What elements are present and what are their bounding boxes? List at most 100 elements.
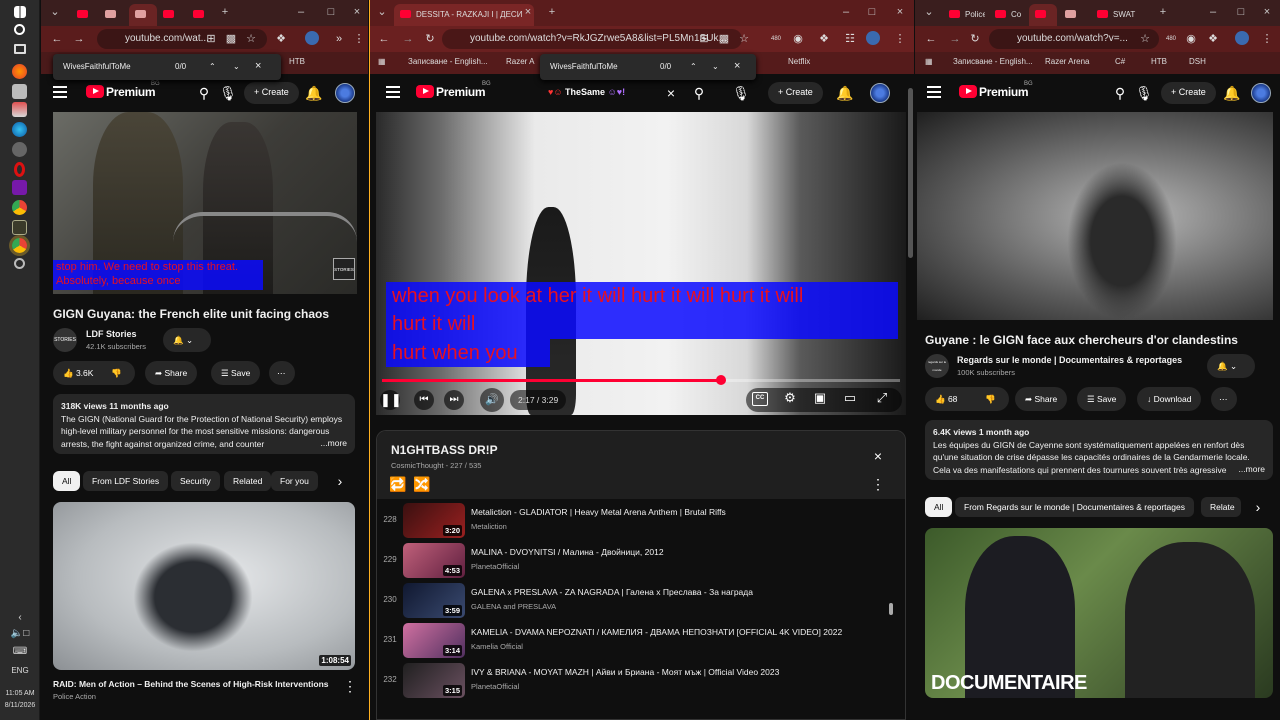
close-icon[interactable]: ×: [1259, 4, 1275, 20]
clock-time[interactable]: 11:05 AM: [0, 690, 40, 697]
video-player[interactable]: [917, 112, 1273, 320]
new-tab-icon[interactable]: +: [544, 4, 560, 20]
maximize-icon[interactable]: □: [864, 4, 880, 20]
menu-hamburger-icon[interactable]: [53, 86, 67, 98]
bookmark-netflix[interactable]: Netflix: [788, 57, 810, 66]
fullscreen-icon[interactable]: ⤢: [872, 390, 892, 406]
volume-button[interactable]: 🔊: [480, 388, 504, 412]
progress-track[interactable]: [382, 375, 900, 385]
recommended-channel[interactable]: Police Action: [53, 692, 96, 701]
playlist-item-thumbnail[interactable]: 3:20: [403, 503, 465, 538]
tab-close-icon[interactable]: ×: [520, 4, 536, 20]
forward-icon[interactable]: →: [71, 31, 87, 47]
find-input[interactable]: WivesFaithfulToMe: [63, 62, 131, 71]
tab-search-chevron-icon[interactable]: ⌄: [374, 4, 390, 20]
address-bar[interactable]: youtube.com/watch?v=...: [989, 29, 1159, 49]
tab-5[interactable]: [187, 4, 215, 26]
search-icon[interactable]: ⚲: [195, 84, 213, 102]
playlist-item[interactable]: 232 3:15 IVY & BRIANA - MOYAT MAZH | Айви …: [377, 661, 903, 701]
menu-hamburger-icon[interactable]: [386, 86, 400, 98]
thumbs-down-icon[interactable]: 👎: [111, 368, 122, 379]
maximize-icon[interactable]: □: [1233, 4, 1249, 20]
video-player[interactable]: stop him. We need to stop this threat. A…: [53, 112, 357, 294]
menu-icon[interactable]: ⋮: [892, 31, 908, 47]
maximize-icon[interactable]: □: [323, 4, 339, 20]
back-icon[interactable]: ←: [923, 31, 939, 47]
back-icon[interactable]: ←: [49, 31, 65, 47]
notifications-bell-icon[interactable]: 🔔: [305, 84, 323, 102]
tab-screenshot-icon[interactable]: ▩: [223, 31, 239, 47]
bookmark-star-icon[interactable]: ☆: [736, 31, 752, 47]
shuffle-icon[interactable]: 🔀: [413, 475, 431, 493]
subscribed-bell-button[interactable]: 🔔 ⌄: [1207, 354, 1255, 378]
bookmark-dsh[interactable]: DSH: [1189, 57, 1206, 66]
chrome-icon[interactable]: [12, 200, 27, 215]
chip-security[interactable]: Security: [171, 471, 220, 491]
profile-icon[interactable]: [866, 31, 880, 45]
windows-start-icon[interactable]: [14, 6, 26, 18]
subtitles-button[interactable]: CC: [752, 392, 768, 406]
onenote-icon[interactable]: [12, 180, 27, 195]
notifications-bell-icon[interactable]: 🔔: [1223, 84, 1241, 102]
save-button[interactable]: ☰ Save: [1077, 387, 1127, 411]
playlist-item[interactable]: 230 3:59 GALENA x PRESLAVA - ZA NAGRADA | …: [377, 581, 903, 621]
share-button[interactable]: ➦ Share: [1015, 387, 1068, 411]
address-bar[interactable]: youtube.com/wat...: [97, 29, 267, 49]
install-icon[interactable]: ⊞: [696, 31, 712, 47]
find-close-icon[interactable]: ×: [255, 60, 261, 72]
create-button[interactable]: + Create: [768, 82, 823, 104]
playlist-item-thumbnail[interactable]: 3:14: [403, 623, 465, 658]
task-view-icon[interactable]: [14, 44, 26, 54]
clock-app-icon[interactable]: [14, 258, 25, 269]
new-tab-icon[interactable]: +: [217, 4, 233, 20]
description-box[interactable]: 318K views 11 months ago The GIGN (Natio…: [53, 394, 355, 454]
extensions-puzzle-icon[interactable]: ❖: [1205, 31, 1221, 47]
tab-screenshot-icon[interactable]: ▩: [716, 31, 732, 47]
close-icon[interactable]: ×: [349, 4, 365, 20]
playlist-item[interactable]: 228 3:20 Metaliction - GLADIATOR | Heavy M…: [377, 501, 903, 541]
menu-hamburger-icon[interactable]: [927, 86, 941, 98]
apps-grid-icon[interactable]: ▦: [925, 57, 933, 66]
playlist-title[interactable]: N1GHTBASS DR!P: [391, 443, 498, 457]
playlist-item-title[interactable]: IVY & BRIANA - MOYAT MAZH | Айви и Бриан…: [471, 667, 891, 677]
playlist-item-thumbnail[interactable]: 3:15: [403, 663, 465, 698]
find-prev-icon[interactable]: ⌃: [209, 62, 216, 71]
thumbs-down-icon[interactable]: 👎: [985, 394, 996, 405]
tab-swat[interactable]: SWAT: [1091, 4, 1155, 26]
recommended-more-icon[interactable]: ⋮: [341, 677, 359, 695]
search-icon[interactable]: [14, 24, 25, 35]
find-prev-icon[interactable]: ⌃: [690, 62, 697, 71]
tab-co[interactable]: Co: [989, 4, 1027, 26]
tab-1[interactable]: [71, 4, 99, 26]
next-button[interactable]: ⏭: [444, 390, 464, 410]
share-button[interactable]: ➦ Share: [145, 361, 198, 385]
language-indicator[interactable]: ENG: [0, 666, 40, 675]
bookmark-star-icon[interactable]: ☆: [243, 31, 259, 47]
youtube-premium-wordmark[interactable]: Premium: [436, 85, 486, 99]
chip-for-you[interactable]: For you: [271, 471, 318, 491]
app-icon[interactable]: [12, 84, 27, 99]
search-input[interactable]: ♥☺ TheSame ☺♥!: [542, 83, 680, 103]
playlist-item-thumbnail[interactable]: 3:59: [403, 583, 465, 618]
minimize-icon[interactable]: –: [1205, 4, 1221, 20]
active-tab[interactable]: DESSITA - RAZKAJI I | ДЕСИ: [394, 4, 534, 26]
search-icon[interactable]: ⚲: [1111, 84, 1129, 102]
clear-search-icon[interactable]: ×: [662, 84, 680, 102]
reload-icon[interactable]: ↻: [422, 31, 438, 47]
playlist-close-icon[interactable]: ×: [869, 447, 887, 465]
loop-icon[interactable]: 🔁: [389, 475, 407, 493]
more-actions-button[interactable]: ⋯: [1211, 387, 1237, 411]
subscribed-bell-button[interactable]: 🔔 ⌄: [163, 328, 211, 352]
avatar[interactable]: [1251, 83, 1271, 103]
bookmark-htb[interactable]: HTB: [289, 57, 305, 66]
forward-icon[interactable]: →: [947, 31, 963, 47]
recommended-thumbnail[interactable]: 1:08:54: [53, 502, 355, 670]
reload-icon[interactable]: ↻: [967, 31, 983, 47]
new-tab-icon[interactable]: +: [1155, 4, 1171, 20]
app-icon-3[interactable]: [12, 220, 27, 235]
youtube-logo-icon[interactable]: [416, 85, 434, 98]
playlist-item-title[interactable]: Metaliction - GLADIATOR | Heavy Metal Ar…: [471, 507, 891, 517]
bookmark-razer[interactable]: Razer A: [506, 57, 534, 66]
like-button[interactable]: 👍 68 👎: [925, 387, 1009, 411]
extension-badge-icon[interactable]: 480: [1163, 31, 1179, 47]
